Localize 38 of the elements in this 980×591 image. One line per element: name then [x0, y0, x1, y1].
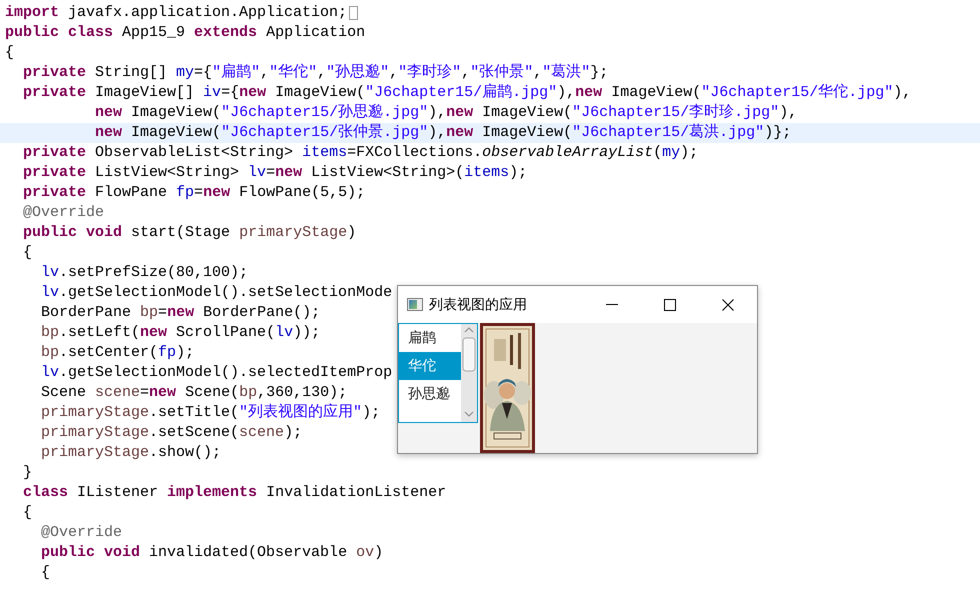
- code-line: bp.setCenter(fp);: [40, 343, 194, 363]
- code-line: private ObservableList<String> items=FXCollections.observableArrayList(my);: [22, 143, 698, 163]
- code-line: BorderPane bp=new BorderPane();: [40, 303, 320, 323]
- code-line: primaryStage.setTitle("列表视图的应用");: [40, 403, 380, 423]
- code-line: private FlowPane fp=new FlowPane(5,5);: [22, 183, 366, 203]
- code-line: bp.setLeft(new ScrollPane(lv));: [40, 323, 320, 343]
- scrollbar[interactable]: [461, 324, 477, 422]
- code-line: Scene scene=new Scene(bp,360,130);: [40, 383, 348, 403]
- minimize-icon: [606, 304, 618, 305]
- code-line: lv.getSelectionModel().selectedItemProp: [40, 363, 392, 383]
- window-title: 列表视图的应用: [429, 296, 528, 314]
- code-line: private ImageView[] iv={new ImageView("J6chapter15/扁鹊.jpg"),new ImageView("J6chapter15/华佗.jpg"),: [22, 83, 912, 103]
- code-line: public void start(Stage primaryStage): [22, 223, 356, 243]
- code-line: @Override: [22, 203, 104, 223]
- code-line: {: [5, 43, 14, 63]
- code-line: @Override: [40, 523, 122, 543]
- code-line: {: [40, 563, 50, 583]
- code-line: {: [22, 503, 32, 523]
- close-icon: [722, 298, 734, 310]
- code-line: lv.setPrefSize(80,100);: [40, 263, 248, 283]
- folded-code-icon[interactable]: [349, 6, 358, 20]
- list-item[interactable]: 扁鹊: [399, 324, 461, 352]
- code-line: new ImageView("J6chapter15/张仲景.jpg"),new ImageView("J6chapter15/葛洪.jpg")};: [94, 123, 792, 143]
- code-line: class IListener implements InvalidationListener: [22, 483, 446, 503]
- code-line: lv.getSelectionModel().setSelectionMode: [40, 283, 392, 303]
- list-item[interactable]: 孙思邈: [399, 380, 461, 408]
- code-line: import javafx.application.Application;: [5, 3, 348, 23]
- code-line: {: [22, 243, 32, 263]
- code-line: }: [22, 463, 32, 483]
- code-line: public class App15_9 extends Application: [5, 23, 366, 43]
- code-line: private ListView<String> lv=new ListView<String>(items);: [22, 163, 528, 183]
- code-line: primaryStage.show();: [40, 443, 222, 463]
- code-line: public void invalidated(Observable ov): [40, 543, 384, 563]
- app-icon: [407, 298, 423, 311]
- code-line: private String[] my={"扁鹊","华佗","孙思邈","李时珍","张仲景","葛洪"};: [22, 63, 608, 83]
- maximize-icon: [664, 298, 676, 310]
- code-line: new ImageView("J6chapter15/孙思邈.jpg"),new ImageView("J6chapter15/李时珍.jpg"),: [94, 103, 798, 123]
- code-line: primaryStage.setScene(scene);: [40, 423, 302, 443]
